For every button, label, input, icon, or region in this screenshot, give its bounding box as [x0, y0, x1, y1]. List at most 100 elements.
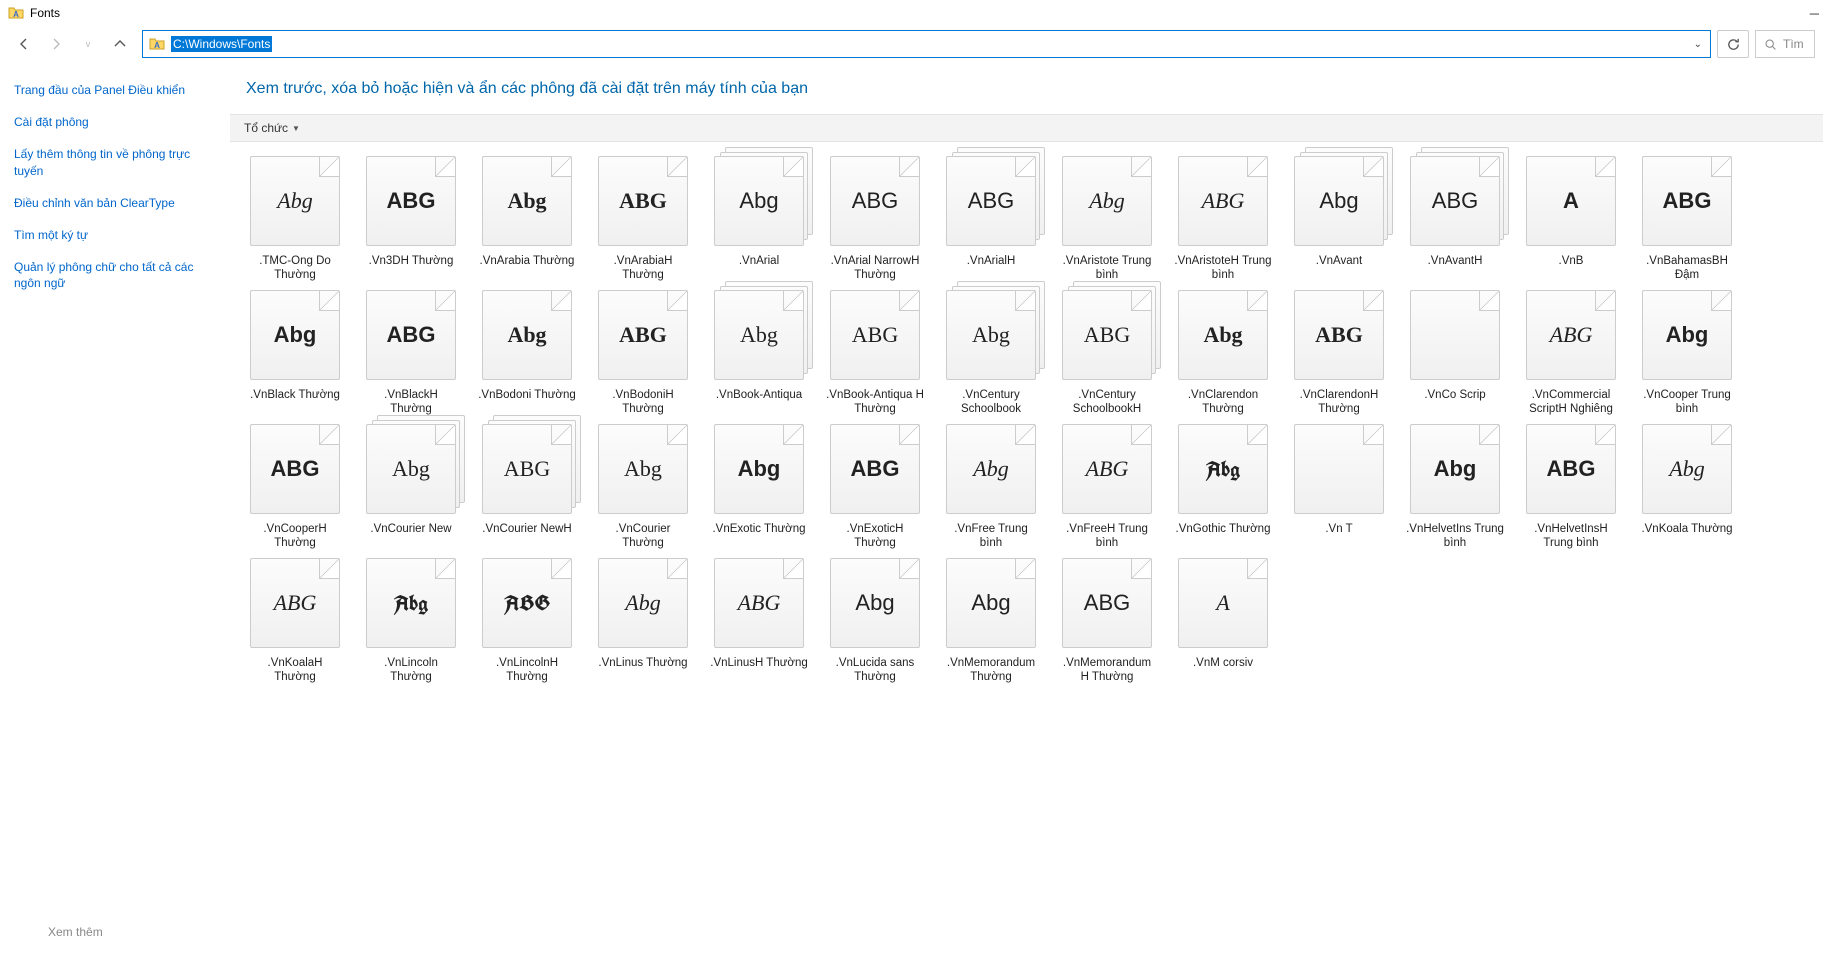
- dogear-icon: [551, 559, 571, 579]
- font-item[interactable]: ABG.VnExoticH Thường: [826, 424, 924, 552]
- font-thumbnail: Abg: [1642, 290, 1732, 380]
- font-item[interactable]: Abg.VnAristote Trung bình: [1058, 156, 1156, 284]
- font-item[interactable]: Abg.VnAvant: [1290, 156, 1388, 284]
- font-thumbnail: A: [1526, 156, 1616, 246]
- font-item[interactable]: Abg.VnHelvetIns Trung bình: [1406, 424, 1504, 552]
- sidebar-item[interactable]: Lấy thêm thông tin về phông trực tuyến: [14, 146, 216, 178]
- font-item[interactable]: Abg.VnLucida sans Thường: [826, 558, 924, 686]
- see-also: Xem thêm: [48, 925, 103, 939]
- font-thumbnail: ABG: [598, 156, 688, 246]
- sidebar-item[interactable]: Tìm một ký tự: [14, 227, 216, 243]
- font-item[interactable]: Abg.VnFree Trung bình: [942, 424, 1040, 552]
- font-label: .VnFreeH Trung bình: [1058, 522, 1156, 552]
- font-label: .VnClarendonH Thường: [1290, 388, 1388, 418]
- font-preview-text: ABG: [504, 456, 550, 482]
- font-item[interactable]: ABG.VnArabiaH Thường: [594, 156, 692, 284]
- font-item[interactable]: Abg.VnCourier New: [362, 424, 460, 552]
- font-item[interactable]: ABG.VnArialH: [942, 156, 1040, 284]
- font-item[interactable]: Abg.VnKoala Thường: [1638, 424, 1736, 552]
- font-item[interactable]: .Vn T: [1290, 424, 1388, 552]
- font-item[interactable]: ABG.VnCommercial ScriptH Nghiêng: [1522, 290, 1620, 418]
- font-thumbnail: Abg: [1294, 156, 1384, 246]
- font-thumbnail: Abg: [1178, 424, 1268, 514]
- dogear-icon: [1247, 559, 1267, 579]
- titlebar: A Fonts ─: [0, 0, 1823, 26]
- font-item[interactable]: Abg.VnLinus Thường: [594, 558, 692, 686]
- font-preview-text: Abg: [738, 456, 781, 482]
- font-item[interactable]: Abg.VnCentury Schoolbook: [942, 290, 1040, 418]
- font-item[interactable]: ABG .VnFreeH Trung bình: [1058, 424, 1156, 552]
- font-item[interactable]: Abg.VnBodoni Thường: [478, 290, 576, 418]
- address-path[interactable]: C:\Windows\Fonts: [171, 36, 272, 52]
- font-thumbnail: Abg: [1642, 424, 1732, 514]
- sidebar-item[interactable]: Trang đầu của Panel Điều khiển: [14, 82, 216, 98]
- up-button[interactable]: [110, 34, 130, 54]
- font-item[interactable]: Abg.VnGothic Thường: [1174, 424, 1272, 552]
- font-label: .VnBodoni Thường: [478, 388, 576, 418]
- font-label: .VnArabia Thường: [480, 254, 575, 284]
- search-input[interactable]: Tìm: [1755, 30, 1815, 58]
- font-item[interactable]: ABG.VnKoalaH Thường: [246, 558, 344, 686]
- refresh-button[interactable]: [1717, 30, 1749, 58]
- font-item[interactable]: ABG.VnHelvetInsH Trung bình: [1522, 424, 1620, 552]
- font-item[interactable]: Abg.TMC-Ong Do Thường: [246, 156, 344, 284]
- dogear-icon: [1711, 425, 1731, 445]
- font-preview-text: Abg: [973, 456, 1008, 482]
- font-preview-text: ABG: [1086, 456, 1129, 482]
- font-item[interactable]: A.VnM corsiv: [1174, 558, 1272, 686]
- font-item[interactable]: ABG.VnAristoteH Trung bình: [1174, 156, 1272, 284]
- back-button[interactable]: [14, 34, 34, 54]
- font-item[interactable]: Abg.VnBlack Thường: [246, 290, 344, 418]
- font-thumbnail: ABG: [250, 558, 340, 648]
- sidebar-item[interactable]: Quản lý phông chữ cho tất cả các ngôn ng…: [14, 259, 216, 291]
- font-preview-text: ABG: [387, 322, 436, 348]
- font-item[interactable]: .VnCo Scrip: [1406, 290, 1504, 418]
- sidebar-item[interactable]: Điều chỉnh văn bản ClearType: [14, 195, 216, 211]
- font-item[interactable]: Abg.VnLincoln Thường: [362, 558, 460, 686]
- recent-dropdown-icon[interactable]: v: [78, 34, 98, 54]
- font-label: .VnHelvetIns Trung bình: [1406, 522, 1504, 552]
- font-item[interactable]: ABG.VnBahamasBH Đậm: [1638, 156, 1736, 284]
- font-item[interactable]: Abg.VnExotic Thường: [710, 424, 808, 552]
- forward-button[interactable]: [46, 34, 66, 54]
- font-item[interactable]: A.VnB: [1522, 156, 1620, 284]
- font-item[interactable]: Abg.VnArabia Thường: [478, 156, 576, 284]
- font-item[interactable]: ABG.VnBodoniH Thường: [594, 290, 692, 418]
- address-dropdown-icon[interactable]: ⌄: [1686, 39, 1710, 50]
- font-item[interactable]: ABG.VnLincolnH Thường: [478, 558, 576, 686]
- font-item[interactable]: ABG.VnMemorandum H Thường: [1058, 558, 1156, 686]
- organize-button[interactable]: Tổ chức ▼: [244, 121, 300, 135]
- font-item[interactable]: Abg.VnClarendon Thường: [1174, 290, 1272, 418]
- font-item[interactable]: ABG.VnArial NarrowH Thường: [826, 156, 924, 284]
- font-item[interactable]: ABG.VnCooperH Thường: [246, 424, 344, 552]
- font-item[interactable]: ABG.VnClarendonH Thường: [1290, 290, 1388, 418]
- font-item[interactable]: ABG.VnCourier NewH: [478, 424, 576, 552]
- font-item[interactable]: ABG.VnBook-Antiqua H Thường: [826, 290, 924, 418]
- font-item[interactable]: Abg .VnCooper Trung bình: [1638, 290, 1736, 418]
- dogear-icon: [1595, 291, 1615, 311]
- address-bar[interactable]: A C:\Windows\Fonts ⌄: [142, 30, 1711, 58]
- dogear-icon: [1595, 425, 1615, 445]
- font-item[interactable]: Abg.VnCourier Thường: [594, 424, 692, 552]
- dogear-icon: [783, 425, 803, 445]
- font-thumbnail: ABG: [830, 290, 920, 380]
- font-item[interactable]: Abg.VnMemorandum Thường: [942, 558, 1040, 686]
- font-item[interactable]: ABG.VnLinusH Thường: [710, 558, 808, 686]
- font-item[interactable]: ABG.Vn3DH Thường: [362, 156, 460, 284]
- font-grid: Abg.TMC-Ong Do ThườngABG.Vn3DH ThườngAbg…: [246, 156, 1823, 686]
- nav-row: v A C:\Windows\Fonts ⌄ Tìm: [0, 26, 1823, 66]
- font-label: .VnCooper Trung bình: [1638, 388, 1736, 418]
- font-item[interactable]: Abg.VnArial: [710, 156, 808, 284]
- font-item[interactable]: ABG.VnBlackH Thường: [362, 290, 460, 418]
- font-item[interactable]: ABG.VnCentury SchoolbookH: [1058, 290, 1156, 418]
- font-label: .VnLincolnH Thường: [478, 656, 576, 686]
- font-item[interactable]: ABG.VnAvantH: [1406, 156, 1504, 284]
- minimize-button[interactable]: ─: [1810, 6, 1819, 21]
- font-preview-text: Abg: [625, 590, 660, 616]
- font-thumbnail: Abg: [1062, 156, 1152, 246]
- font-preview-text: Abg: [1319, 188, 1358, 214]
- font-preview-text: Abg: [624, 456, 662, 482]
- sidebar-item[interactable]: Cài đặt phông: [14, 114, 216, 130]
- font-item[interactable]: Abg.VnBook-Antiqua: [710, 290, 808, 418]
- dogear-icon: [899, 157, 919, 177]
